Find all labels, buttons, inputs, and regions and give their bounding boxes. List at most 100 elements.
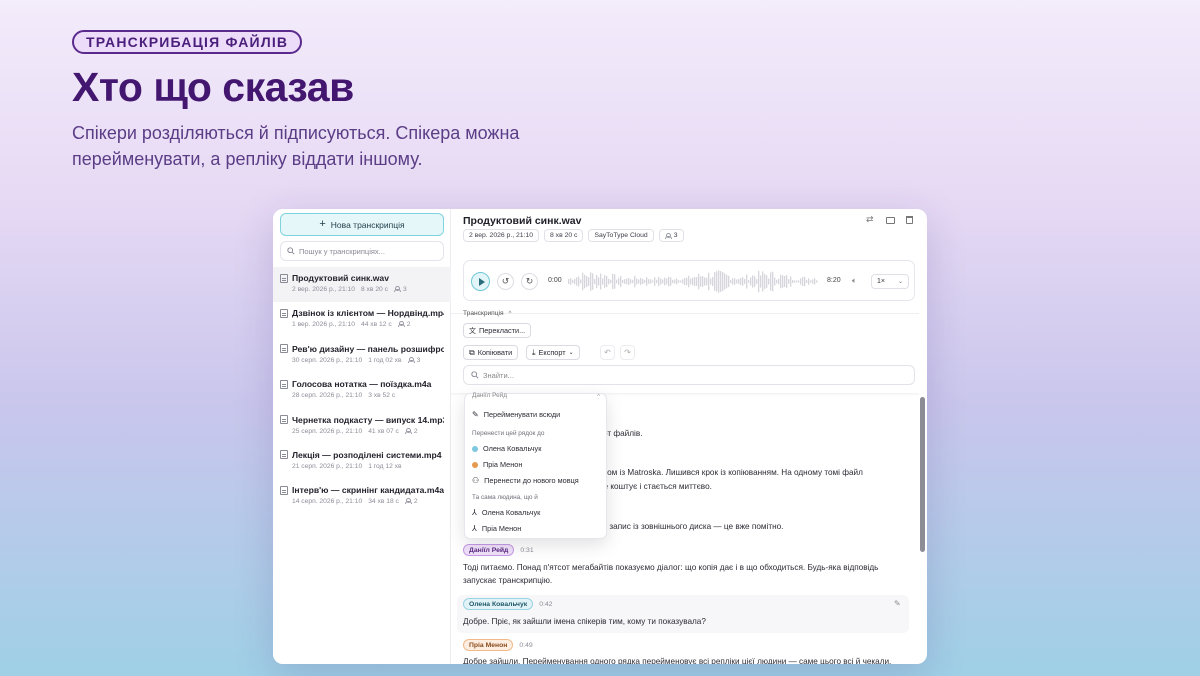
waveform[interactable] (568, 268, 818, 295)
waveform-bar (738, 279, 740, 284)
waveform-bar (746, 274, 748, 289)
waveform-bar (666, 278, 668, 285)
sidebar-search-placeholder: Пошук у транскрипціях... (299, 246, 385, 256)
waveform-bar (798, 280, 800, 283)
waveform-bar (782, 275, 784, 288)
file-list-item[interactable]: Інтерв'ю — скринінг кандидата.m4a 14 сер… (273, 479, 451, 514)
rename-all-item[interactable]: ✎ Перейменувати всюди (472, 410, 560, 419)
trash-icon[interactable] (906, 216, 913, 224)
waveform-bar (624, 279, 626, 284)
waveform-bar (648, 279, 650, 284)
menu-header: Даніїл Рейд (472, 392, 507, 399)
speed-value: 1× (877, 278, 885, 285)
waveform-bar (634, 275, 636, 288)
redo-button[interactable]: ↷ (620, 345, 635, 360)
file-list-item[interactable]: Рев'ю дизайну — панель розшифровки 30 се… (273, 338, 451, 373)
speaker-tag[interactable]: Даніїл Рейд (463, 544, 515, 556)
waveform-bar (644, 279, 646, 284)
waveform-bar (728, 275, 730, 288)
merge-speaker-item[interactable]: ⅄ Олена Ковальчук (472, 508, 540, 517)
rewind-button[interactable]: ↺ (497, 273, 514, 290)
app-window: + Нова транскрипція Пошук у транскрипція… (273, 209, 927, 664)
document-actions (866, 214, 913, 225)
move-to-new-speaker-item[interactable]: ⚇ Перенести до нового мовця (472, 476, 579, 485)
copy-icon: ⧉ (469, 347, 475, 357)
find-input[interactable]: Знайти... (463, 365, 915, 385)
speed-select[interactable]: 1× ⌄ (871, 274, 909, 289)
play-button[interactable] (471, 272, 490, 291)
transcript-line: азом із Matroska. Лишився крок із копіюв… (599, 468, 863, 477)
file-icon (280, 273, 288, 283)
waveform-bar (784, 275, 786, 288)
file-icon (280, 485, 288, 495)
undo-icon: ↶ (604, 348, 611, 357)
waveform-bar (632, 279, 634, 284)
scrollbar[interactable] (920, 397, 925, 552)
waveform-bar (764, 274, 766, 289)
move-to-speaker-item[interactable]: Пріа Менон (472, 460, 522, 469)
waveform-bar (724, 273, 726, 290)
add-user-icon: ⚇ (472, 476, 480, 485)
document-title: Продуктовий синк.wav (463, 215, 582, 227)
segment-time[interactable]: 0:42 (539, 601, 552, 608)
export-button[interactable]: ⤓ Експорт ⌄ (526, 345, 580, 360)
translate-button[interactable]: 文 Перекласти... (463, 323, 532, 338)
segment-text[interactable]: Тоді питаємо. Понад п'ятсот мегабайтів п… (463, 561, 905, 587)
file-date: 1 вер. 2026 р., 21:10 (292, 321, 355, 329)
waveform-bar (608, 278, 610, 285)
waveform-bar (600, 273, 602, 290)
waveform-bar (690, 278, 692, 285)
waveform-bar (670, 277, 672, 286)
volume-icon[interactable]: 🔈︎ (852, 276, 857, 286)
file-list-item[interactable]: Продуктовий синк.wav 2 вер. 2026 р., 21:… (273, 267, 451, 303)
translate-icon: 文 (469, 327, 476, 335)
waveform-bar (628, 277, 630, 286)
waveform-bar (680, 280, 682, 283)
folder-icon[interactable] (886, 217, 895, 224)
file-list-item[interactable]: Голосова нотатка — поїздка.m4a 28 серп. … (273, 373, 451, 408)
waveform-bar (716, 271, 718, 292)
waveform-bar (754, 276, 756, 287)
file-date: 2 вер. 2026 р., 21:10 (292, 286, 355, 293)
speaker-tag[interactable]: Пріа Менон (463, 639, 514, 651)
segment-text[interactable]: Добре. Пріє, як зайшли імена спікерів ти… (463, 615, 905, 628)
waveform-bar (814, 278, 816, 285)
segment-time[interactable]: 0:31 (520, 547, 533, 554)
segment-time[interactable]: 0:49 (519, 642, 532, 649)
undo-button[interactable]: ↶ (600, 345, 615, 360)
file-list-item[interactable]: Лекція — розподілені системи.mp4 21 серп… (273, 444, 451, 479)
file-list-item[interactable]: Чернетка подкасту — випуск 14.mp3 25 сер… (273, 409, 451, 444)
file-date: 28 серп. 2026 р., 21:10 (292, 392, 363, 400)
file-icon (280, 450, 288, 460)
waveform-bar (682, 279, 684, 284)
waveform-bar (744, 279, 746, 284)
segment-header: Даніїл Рейд 0:31 (463, 544, 534, 556)
date-chip: 2 вер. 2026 р., 21:10 (463, 229, 540, 242)
pencil-icon: ✎ (472, 410, 479, 419)
swap-icon[interactable] (866, 214, 875, 225)
waveform-bar (708, 272, 710, 291)
plus-icon: + (319, 218, 326, 230)
waveform-bar (780, 274, 782, 289)
sidebar-search-input[interactable]: Пошук у транскрипціях... (280, 241, 444, 261)
find-placeholder: Знайти... (483, 370, 514, 380)
speaker-tag[interactable]: Олена Ковальчук (463, 598, 534, 610)
file-duration: 1 год 12 хв (368, 462, 402, 470)
segment-text[interactable]: Добре зайшли. Перейменування одного рядк… (463, 655, 905, 664)
edit-pencil-icon[interactable]: ✎ (894, 599, 901, 608)
waveform-bar (592, 273, 594, 290)
waveform-bar (742, 277, 744, 286)
file-name: Продуктовий синк.wav (292, 273, 389, 283)
file-list-item[interactable]: Дзвінок із клієнтом — Нордвінд.mp4 1 вер… (273, 302, 451, 337)
merge-speaker-item[interactable]: ⅄ Пріа Менон (472, 524, 521, 533)
waveform-bar (630, 279, 632, 284)
waveform-bar (678, 280, 680, 283)
waveform-bar (788, 279, 790, 284)
copy-button[interactable]: ⧉ Копіювати (463, 345, 519, 360)
forward-button[interactable]: ↻ (521, 273, 538, 290)
transcript-section-toggle[interactable]: Транскрипція ^ (463, 310, 511, 317)
new-transcription-button[interactable]: + Нова транскрипція (280, 213, 444, 236)
file-icon (280, 344, 288, 354)
move-to-speaker-item[interactable]: Олена Ковальчук (472, 444, 541, 453)
waveform-bar (760, 275, 762, 288)
